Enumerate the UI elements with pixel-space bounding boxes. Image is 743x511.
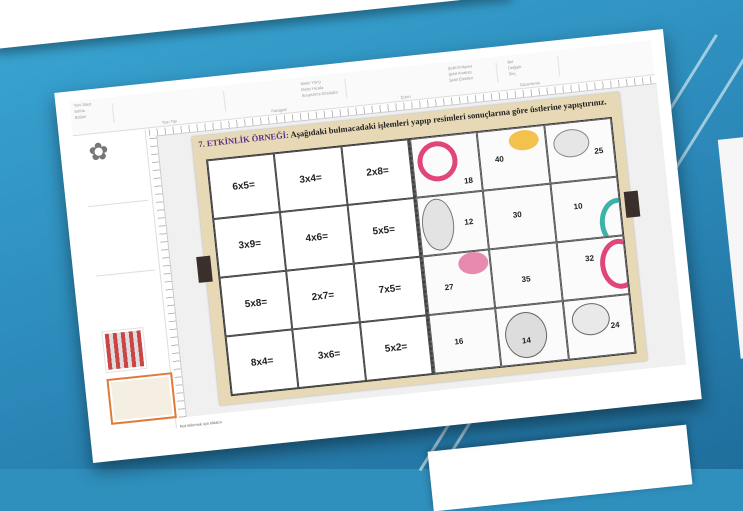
slide-thumbnail[interactable] (88, 199, 149, 210)
slide-thumbnail[interactable] (101, 326, 148, 374)
tongue-art (457, 250, 490, 276)
puzzle-piece[interactable]: 10 (550, 176, 624, 243)
puzzle-piece[interactable]: 24 (562, 293, 636, 360)
ribbon-label: Yazı Tipi (161, 118, 178, 125)
puzzle-number: 25 (593, 145, 604, 156)
puzzle-number: 35 (521, 274, 531, 285)
operation-cell[interactable]: 8x4= (225, 329, 299, 396)
ribbon-label: Çizim (400, 93, 411, 100)
cow-face-art (419, 197, 457, 253)
puzzle-piece[interactable]: 32 (556, 235, 630, 302)
puzzle-number: 30 (512, 209, 523, 220)
ribbon-label: Düzenleme (519, 80, 541, 88)
thumbnail-image (104, 330, 145, 370)
puzzle-number: 16 (453, 336, 464, 347)
operations-grid: 6x5= 3x4= 2x8= 3x9= 4x6= 5x5= 5x8= 2x7= … (206, 138, 434, 397)
slide-editing-area: 7. ETKİNLİK ÖRNEĞİ: Aşağıdaki bulmacadak… (148, 76, 743, 418)
operation-cell[interactable]: 6x5= (207, 153, 281, 220)
operation-cell[interactable]: 5x2= (359, 315, 433, 382)
puzzle-number: 24 (610, 320, 621, 331)
notes-hint[interactable]: Not eklemek için tıklatın (179, 419, 222, 428)
operation-cell[interactable]: 5x5= (347, 197, 421, 264)
puzzle-piece[interactable]: 16 (428, 308, 502, 374)
puzzle-piece[interactable]: 27 (422, 249, 496, 316)
puzzle-number: 32 (584, 253, 595, 264)
cow-eye-art (569, 301, 612, 338)
slide-canvas[interactable]: 7. ETKİNLİK ÖRNEĞİ: Aşağıdaki bulmacadak… (191, 91, 648, 406)
puzzle-piece[interactable]: 40 (476, 124, 551, 191)
operation-cell[interactable]: 4x6= (280, 204, 354, 271)
puzzle-piece[interactable]: 18 (409, 132, 484, 198)
side-bar-left (196, 255, 213, 283)
puzzle-piece[interactable]: 35 (489, 242, 563, 309)
puzzle-number: 40 (494, 154, 505, 165)
puzzle-piece[interactable]: 30 (483, 183, 557, 250)
headphones-art (415, 139, 460, 184)
slide-thumbnail[interactable]: ✿ (81, 134, 145, 175)
puzzle-number: 18 (463, 175, 474, 186)
slide-title-prefix: 7. ETKİNLİK ÖRNEĞİ: (197, 129, 290, 150)
operation-cell[interactable]: 3x4= (274, 146, 348, 213)
splash-art (508, 128, 541, 152)
puzzle-number: 27 (444, 282, 455, 293)
cow-head-art (551, 127, 591, 160)
ribbon-label: Bul (507, 58, 514, 65)
puzzle-piece[interactable]: 12 (416, 190, 490, 257)
screenshot-frame: Yeni Slayt Sıfırla Bölüm Yazı Tipi Parag… (54, 29, 743, 463)
puzzle-piece[interactable]: 14 (495, 301, 569, 367)
picture-puzzle-grid: 18 40 25 12 30 10 27 35 32 16 14 24 (408, 116, 637, 375)
flower-icon: ✿ (87, 137, 111, 167)
ribbon-label: Seç (508, 70, 516, 77)
operation-cell[interactable]: 5x8= (219, 270, 293, 337)
ribbon-group-drawing[interactable] (346, 62, 499, 99)
puzzle-number: 14 (521, 335, 532, 346)
side-bar-right (623, 190, 641, 218)
slide-thumbnail[interactable] (95, 269, 156, 279)
puzzle-number: 10 (573, 201, 583, 212)
operation-cell[interactable]: 3x9= (213, 212, 287, 278)
ring-art (597, 236, 630, 291)
ribbon-label: Paragraf (271, 106, 287, 114)
slide-thumbnail-active[interactable] (106, 372, 177, 425)
operation-cell[interactable]: 7x5= (353, 256, 427, 323)
puzzle-number: 12 (463, 216, 474, 227)
thumbnail-image (110, 376, 173, 421)
operation-cell[interactable]: 2x8= (341, 139, 415, 205)
operation-cell[interactable]: 3x6= (292, 322, 366, 389)
operation-cell[interactable]: 2x7= (286, 263, 360, 330)
puzzle-piece[interactable]: 25 (543, 117, 618, 184)
